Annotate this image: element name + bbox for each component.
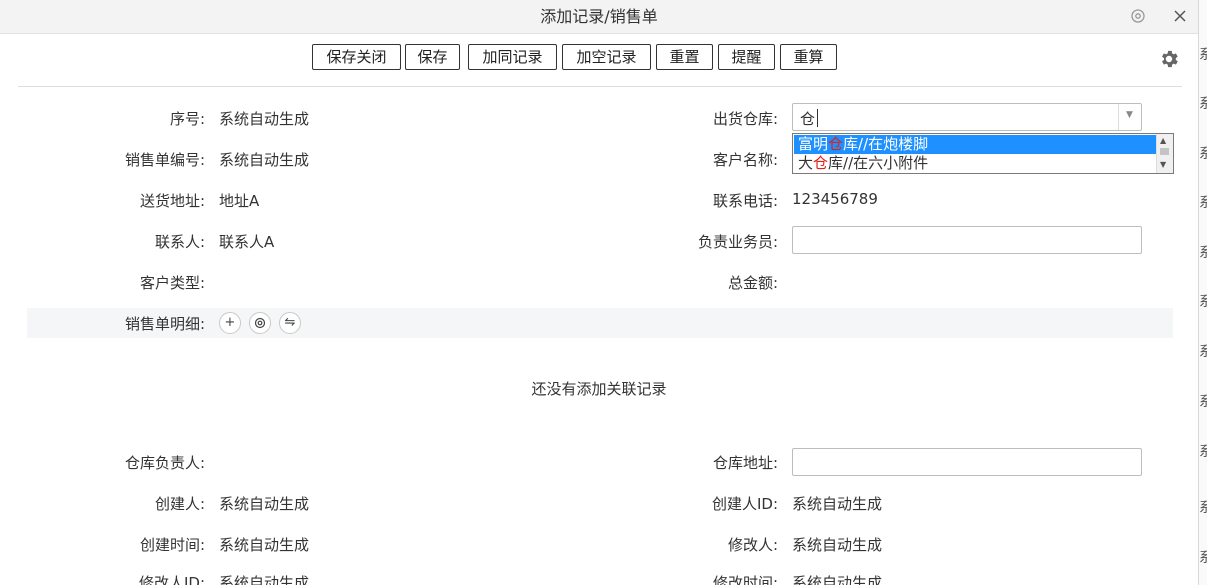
add-detail-button[interactable]: + <box>219 312 241 334</box>
salesperson-input[interactable] <box>792 226 1142 254</box>
total-label: 总金额: <box>727 274 778 292</box>
address-value: 地址A <box>219 192 260 210</box>
option-text-post: 库//在六小附件 <box>828 154 929 172</box>
option-text-post: 库//在炮楼脚 <box>843 135 929 153</box>
save-close-button[interactable]: 保存关闭 <box>312 44 401 70</box>
background-text: 系 <box>1199 344 1207 360</box>
restore-icon[interactable] <box>1130 8 1146 24</box>
modifier-value: 系统自动生成 <box>792 536 883 554</box>
swap-icon: ⇋ <box>284 315 296 330</box>
creator-id-label: 创建人ID: <box>711 495 778 513</box>
order-no-label: 销售单编号: <box>124 151 205 169</box>
swap-detail-button[interactable]: ⇋ <box>279 312 301 334</box>
customer-name-label: 客户名称: <box>712 151 778 169</box>
warehouse-address-label: 仓库地址: <box>712 454 778 472</box>
save-button[interactable]: 保存 <box>405 44 460 70</box>
phone-value: 123456789 <box>792 190 878 208</box>
background-text: 系 <box>1199 294 1207 310</box>
reset-button[interactable]: 重置 <box>656 44 713 70</box>
scrollbar-thumb[interactable] <box>1160 148 1169 155</box>
warehouse-combobox[interactable]: 仓 ▼ <box>792 103 1142 131</box>
contact-value: 联系人A <box>219 233 275 251</box>
recalculate-button[interactable]: 重算 <box>780 44 837 70</box>
background-text: 系 <box>1199 47 1207 63</box>
background-window-edge: 系 系 系 系 系 系 系 系 系 系 系 <box>1199 0 1207 585</box>
option-text-match: 仓 <box>813 154 829 172</box>
contact-label: 联系人: <box>154 233 205 251</box>
warehouse-label: 出货仓库: <box>712 110 778 128</box>
customer-type-label: 客户类型: <box>139 274 205 292</box>
add-record-dialog: 添加记录/销售单 保存关闭 保存 加同记录 加空记录 重置 提醒 重算 序号: … <box>0 0 1199 585</box>
background-text: 系 <box>1199 500 1207 516</box>
dialog-title: 添加记录/销售单 <box>540 7 658 26</box>
warehouse-option[interactable]: 富明仓库//在炮楼脚 <box>794 135 1156 154</box>
scroll-up-icon[interactable]: ▲ <box>1160 136 1166 145</box>
created-at-value: 系统自动生成 <box>219 536 310 554</box>
text-cursor <box>817 109 818 127</box>
background-text: 系 <box>1199 394 1207 410</box>
dropdown-scrollbar[interactable]: ▲ ▼ <box>1156 134 1173 173</box>
close-icon[interactable] <box>1172 8 1188 24</box>
creator-value: 系统自动生成 <box>219 495 310 513</box>
warehouse-address-input[interactable] <box>792 448 1142 476</box>
modified-at-label: 修改时间: <box>712 574 778 585</box>
remind-button[interactable]: 提醒 <box>718 44 775 70</box>
option-text-match: 仓 <box>828 135 844 153</box>
creator-label: 创建人: <box>154 495 205 513</box>
background-text: 系 <box>1199 96 1207 112</box>
background-text: 系 <box>1199 146 1207 162</box>
modifier-label: 修改人: <box>727 536 778 554</box>
modified-at-value: 系统自动生成 <box>792 574 883 585</box>
toolbar-divider <box>18 86 1182 87</box>
add-empty-record-button[interactable]: 加空记录 <box>562 44 651 70</box>
warehouse-option[interactable]: 大仓库//在六小附件 <box>794 154 1156 173</box>
title-bar: 添加记录/销售单 <box>0 0 1198 34</box>
creator-id-value: 系统自动生成 <box>792 495 883 513</box>
scroll-down-icon[interactable]: ▼ <box>1160 160 1166 169</box>
background-text: 系 <box>1199 444 1207 460</box>
chevron-down-icon: ▼ <box>1126 110 1133 120</box>
empty-records-text: 还没有添加关联记录 <box>531 380 667 398</box>
link-detail-button[interactable] <box>249 312 271 334</box>
created-at-label: 创建时间: <box>139 536 205 554</box>
gear-icon[interactable] <box>1158 48 1180 70</box>
link-icon <box>254 317 266 329</box>
salesperson-label: 负责业务员: <box>697 233 778 251</box>
seq-value: 系统自动生成 <box>219 110 310 128</box>
warehouse-input-text[interactable]: 仓 <box>800 108 815 129</box>
warehouse-dropdown-list: 富明仓库//在炮楼脚 大仓库//在六小附件 ▲ ▼ <box>792 133 1174 174</box>
background-text: 系 <box>1199 245 1207 261</box>
phone-label: 联系电话: <box>712 192 778 210</box>
option-text-pre: 富明 <box>798 135 829 153</box>
background-text: 系 <box>1199 195 1207 211</box>
warehouse-manager-label: 仓库负责人: <box>124 454 205 472</box>
modifier-id-label: 修改人ID: <box>138 574 205 585</box>
detail-label: 销售单明细: <box>124 315 205 333</box>
background-text: 系 <box>1199 550 1207 566</box>
modifier-id-value: 系统自动生成 <box>219 574 310 585</box>
address-label: 送货地址: <box>139 192 205 210</box>
add-same-record-button[interactable]: 加同记录 <box>468 44 557 70</box>
seq-label: 序号: <box>169 110 205 128</box>
warehouse-dropdown-toggle[interactable]: ▼ <box>1118 104 1141 130</box>
plus-icon: + <box>224 315 236 330</box>
order-no-value: 系统自动生成 <box>219 151 310 169</box>
option-text-pre: 大 <box>798 154 814 172</box>
